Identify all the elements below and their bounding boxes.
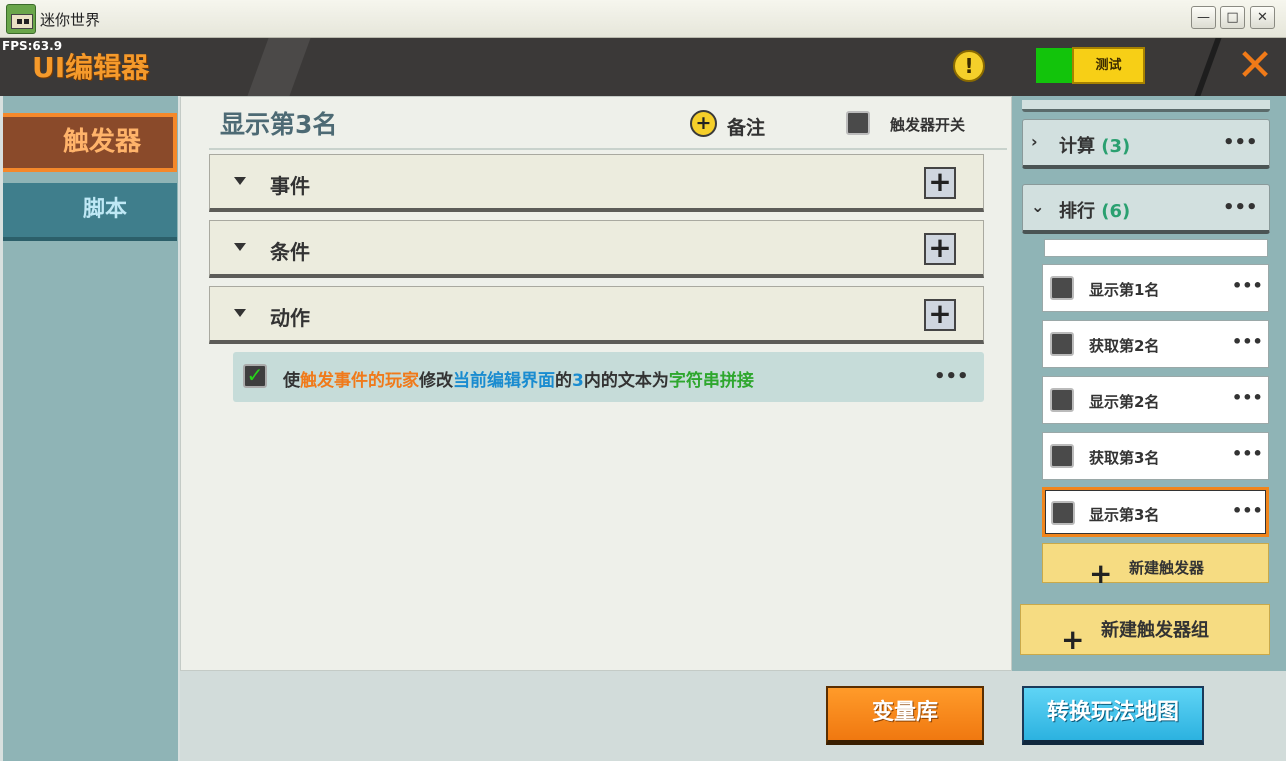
action-enabled-checkbox[interactable]: ✓ xyxy=(243,364,267,388)
test-status-indicator xyxy=(1036,48,1072,83)
collapse-arrow-icon[interactable] xyxy=(234,177,246,185)
section-event[interactable]: 事件 + xyxy=(209,154,984,212)
action-text: 使触发事件的玩家修改当前编辑界面的3内的文本为字符串拼接 xyxy=(283,366,754,391)
section-action[interactable]: 动作 + xyxy=(209,286,984,344)
trigger-checkbox[interactable] xyxy=(1050,332,1074,356)
group-label: 排行 (6) xyxy=(1059,197,1130,223)
group-label: 计算 (3) xyxy=(1059,132,1130,158)
action-param-string[interactable]: 字符串拼接 xyxy=(669,371,754,391)
group-name: 排行 xyxy=(1059,201,1095,222)
group-ranking[interactable]: ⌄ 排行 (6) ••• xyxy=(1022,184,1270,234)
chevron-down-icon: ⌄ xyxy=(1031,197,1045,216)
editor-title: UI编辑器 xyxy=(32,51,150,84)
section-label: 动作 xyxy=(270,306,310,330)
trigger-item-label: 获取第3名 xyxy=(1089,449,1160,467)
collapse-arrow-icon[interactable] xyxy=(234,309,246,317)
note-label[interactable]: 备注 xyxy=(727,113,765,140)
list-item-partial xyxy=(1044,239,1268,257)
app-icon xyxy=(6,4,36,34)
add-condition-button[interactable]: + xyxy=(924,233,956,265)
add-action-button[interactable]: + xyxy=(924,299,956,331)
trigger-name[interactable]: 显示第3名 xyxy=(220,105,337,141)
action-param-player[interactable]: 触发事件的玩家 xyxy=(300,371,419,391)
close-editor-icon[interactable]: ✕ xyxy=(1232,44,1278,90)
action-text-part: 的 xyxy=(555,371,572,391)
trigger-more-icon[interactable]: ••• xyxy=(1232,332,1263,351)
trigger-item-selected[interactable]: 显示第3名 ••• xyxy=(1042,487,1269,537)
trigger-checkbox[interactable] xyxy=(1050,444,1074,468)
group-more-icon[interactable]: ••• xyxy=(1223,197,1258,218)
trigger-more-icon[interactable]: ••• xyxy=(1232,276,1263,295)
trigger-item-label: 显示第3名 xyxy=(1089,506,1160,524)
group-more-icon[interactable]: ••• xyxy=(1223,132,1258,153)
convert-map-button[interactable]: 转换玩法地图 xyxy=(1022,686,1204,745)
add-event-button[interactable]: + xyxy=(924,167,956,199)
trigger-more-icon[interactable]: ••• xyxy=(1232,444,1263,463)
trigger-switch-label: 触发器开关 xyxy=(890,116,966,134)
action-text-part: 修改 xyxy=(419,371,453,391)
trigger-checkbox[interactable] xyxy=(1051,501,1075,525)
trigger-item[interactable]: 显示第2名 ••• xyxy=(1042,376,1269,424)
plus-icon: + xyxy=(1089,557,1113,590)
trigger-item-label: 显示第1名 xyxy=(1089,281,1160,299)
trigger-item-label: 获取第2名 xyxy=(1089,337,1160,355)
warning-icon[interactable]: ! xyxy=(953,50,985,82)
trigger-switch-checkbox[interactable] xyxy=(846,111,870,135)
variable-library-button[interactable]: 变量库 xyxy=(826,686,984,745)
plus-icon: + xyxy=(1061,623,1085,656)
trigger-item[interactable]: 显示第1名 ••• xyxy=(1042,264,1269,312)
trigger-item[interactable]: 获取第3名 ••• xyxy=(1042,432,1269,480)
trigger-more-icon[interactable]: ••• xyxy=(1232,501,1263,520)
list-scroll-top xyxy=(1022,100,1270,112)
trigger-checkbox[interactable] xyxy=(1050,388,1074,412)
trigger-item-label: 显示第2名 xyxy=(1089,393,1160,411)
group-count: (6) xyxy=(1101,201,1131,222)
window-title: 迷你世界 xyxy=(40,11,101,29)
trigger-more-icon[interactable]: ••• xyxy=(1232,388,1263,407)
new-group-label: 新建触发器组 xyxy=(1101,620,1209,641)
action-param-ui[interactable]: 当前编辑界面 xyxy=(453,371,555,391)
test-button[interactable]: 测试 xyxy=(1072,47,1145,84)
window-close-button[interactable]: ✕ xyxy=(1250,6,1275,29)
new-trigger-button[interactable]: + 新建触发器 xyxy=(1042,543,1269,590)
group-count: (3) xyxy=(1101,136,1131,157)
group-calculate[interactable]: › 计算 (3) ••• xyxy=(1022,119,1270,169)
trigger-checkbox[interactable] xyxy=(1050,276,1074,300)
trigger-item[interactable]: 获取第2名 ••• xyxy=(1042,320,1269,368)
group-name: 计算 xyxy=(1059,136,1095,157)
action-text-part: 使 xyxy=(283,371,300,391)
action-param-element[interactable]: 3 xyxy=(572,371,584,391)
chevron-right-icon: › xyxy=(1031,132,1038,151)
action-more-icon[interactable]: ••• xyxy=(934,366,969,387)
divider xyxy=(209,148,1007,150)
new-trigger-group-button[interactable]: + 新建触发器组 xyxy=(1020,604,1270,656)
minimize-button[interactable]: — xyxy=(1191,6,1216,29)
new-trigger-label: 新建触发器 xyxy=(1129,559,1205,577)
section-label: 条件 xyxy=(270,240,310,264)
action-text-part: 内的文本为 xyxy=(583,371,669,391)
add-note-icon[interactable]: + xyxy=(690,110,717,137)
collapse-arrow-icon[interactable] xyxy=(234,243,246,251)
tab-trigger[interactable]: 触发器 xyxy=(3,113,177,172)
tab-script[interactable]: 脚本 xyxy=(3,183,177,241)
section-label: 事件 xyxy=(270,174,310,198)
window-titlebar xyxy=(0,0,1286,38)
maximize-button[interactable]: □ xyxy=(1220,6,1245,29)
section-condition[interactable]: 条件 + xyxy=(209,220,984,278)
